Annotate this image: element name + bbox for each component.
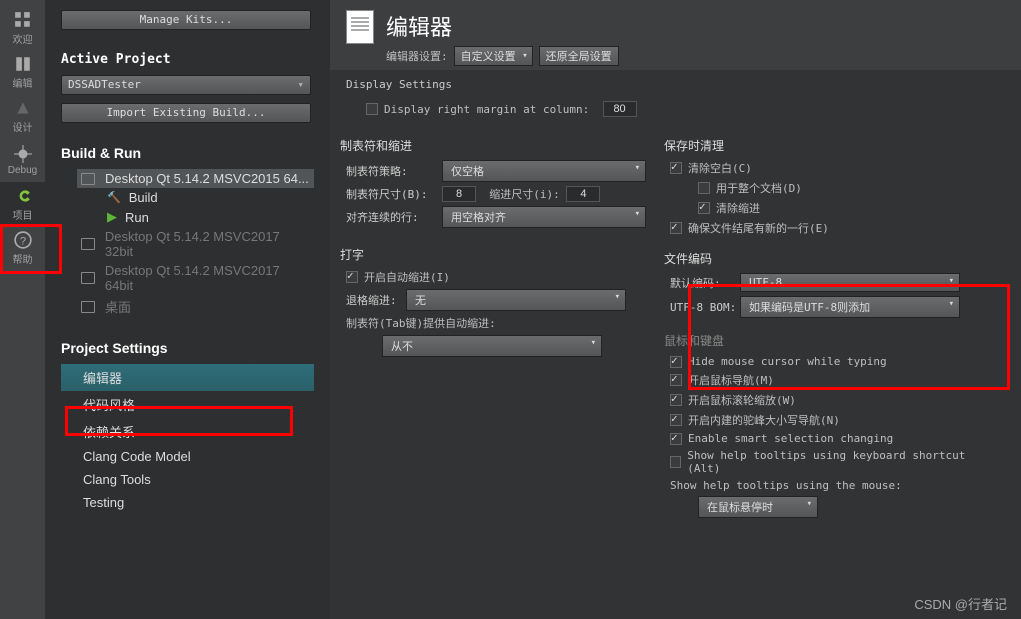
tab-size-input[interactable] [442, 186, 476, 202]
clean-ws-label: 清除空白(C) [688, 160, 752, 176]
mode-edit[interactable]: 编辑 [0, 50, 45, 94]
mode-design[interactable]: 设计 [0, 94, 45, 138]
mode-help[interactable]: ?帮助 [0, 226, 45, 270]
kit-item[interactable]: Desktop Qt 5.14.2 MSVC2017 64bit [77, 261, 314, 295]
left-mode-bar: 欢迎 编辑 设计 Debug 项目 ?帮助 [0, 0, 45, 619]
tab-policy-select[interactable]: 仅空格 [442, 160, 646, 182]
whole-doc-checkbox[interactable] [698, 182, 710, 194]
manage-kits-button[interactable]: Manage Kits... [61, 10, 311, 30]
kit-item[interactable]: Desktop Qt 5.14.2 MSVC2015 64... [77, 169, 314, 188]
bom-label: UTF-8 BOM: [670, 301, 740, 314]
smart-sel-label: Enable smart selection changing [688, 432, 893, 445]
hide-cursor-checkbox[interactable] [670, 356, 682, 368]
margin-checkbox[interactable] [366, 103, 378, 115]
build-run-header: Build & Run [61, 145, 314, 161]
watermark: CSDN @行者记 [914, 594, 1007, 613]
side-panel: Manage Kits... Active Project DSSADTeste… [45, 0, 330, 619]
bom-select[interactable]: 如果编码是UTF-8则添加 [740, 296, 960, 318]
camelcase-checkbox[interactable] [670, 414, 682, 426]
kit-list: Desktop Qt 5.14.2 MSVC2015 64... 🔨Build … [77, 169, 314, 318]
scroll-zoom-checkbox[interactable] [670, 394, 682, 406]
auto-indent-checkbox[interactable] [346, 271, 358, 283]
ps-dependencies[interactable]: 依赖关系 [61, 418, 314, 445]
kit-build[interactable]: 🔨Build [77, 188, 314, 207]
clean-indent-checkbox[interactable] [698, 202, 710, 214]
tooltip-kbd-checkbox[interactable] [670, 456, 681, 468]
tabkey-select[interactable]: 从不 [382, 335, 602, 357]
smart-sel-checkbox[interactable] [670, 433, 682, 445]
import-build-button[interactable]: Import Existing Build... [61, 103, 311, 123]
margin-input[interactable] [603, 101, 637, 117]
align-select[interactable]: 用空格对齐 [442, 206, 646, 228]
editor-settings-select[interactable]: 自定义设置 [454, 46, 533, 66]
indent-size-label: 缩进尺寸(i): [489, 186, 560, 202]
margin-label: Display right margin at column: [384, 103, 589, 116]
backspace-label: 退格缩进: [346, 292, 406, 308]
editor-settings-label: 编辑器设置: [386, 48, 448, 64]
display-settings-label: Display Settings [346, 78, 1005, 91]
tooltip-mouse-label: Show help tooltips using the mouse: [670, 479, 902, 492]
default-enc-label: 默认编码: [670, 275, 740, 291]
typing-header: 打字 [340, 246, 646, 263]
mode-welcome[interactable]: 欢迎 [0, 6, 45, 50]
scroll-zoom-label: 开启鼠标滚轮缩放(W) [688, 392, 796, 408]
page-title: 编辑器 [386, 10, 619, 42]
monitor-icon [81, 272, 95, 284]
ps-editor[interactable]: 编辑器 [61, 364, 314, 391]
ps-testing[interactable]: Testing [61, 491, 314, 514]
auto-indent-label: 开启自动缩进(I) [364, 269, 450, 285]
active-project-header: Active Project [61, 52, 314, 67]
restore-global-button[interactable]: 还原全局设置 [539, 46, 619, 66]
backspace-select[interactable]: 无 [406, 289, 626, 311]
camelcase-label: 开启内建的驼峰大小写导航(N) [688, 412, 840, 428]
play-icon: ▶ [107, 209, 117, 225]
mode-projects[interactable]: 项目 [0, 182, 45, 226]
project-settings-header: Project Settings [61, 340, 314, 356]
cleanup-header: 保存时清理 [664, 137, 980, 154]
ps-clang-tools[interactable]: Clang Tools [61, 468, 314, 491]
mouse-nav-checkbox[interactable] [670, 374, 682, 386]
kit-run[interactable]: ▶Run [77, 207, 314, 227]
tooltip-mouse-select[interactable]: 在鼠标悬停时 [698, 496, 818, 518]
ensure-newline-label: 确保文件结尾有新的一行(E) [688, 220, 829, 236]
default-enc-select[interactable]: UTF-8 [740, 273, 960, 292]
main-panel: 编辑器 编辑器设置: 自定义设置 还原全局设置 Display Settings… [330, 0, 1021, 619]
kit-item[interactable]: Desktop Qt 5.14.2 MSVC2017 32bit [77, 227, 314, 261]
ps-clang-model[interactable]: Clang Code Model [61, 445, 314, 468]
tab-policy-label: 制表符策略: [346, 163, 442, 179]
active-project-select[interactable]: DSSADTester [61, 75, 311, 95]
hide-cursor-label: Hide mouse cursor while typing [688, 355, 887, 368]
tabs-indent-header: 制表符和缩进 [340, 137, 646, 154]
mouse-nav-label: 开启鼠标导航(M) [688, 372, 774, 388]
encoding-header: 文件编码 [664, 250, 980, 267]
document-icon [346, 10, 374, 44]
align-label: 对齐连续的行: [346, 209, 442, 225]
ps-codestyle[interactable]: 代码风格 [61, 391, 314, 418]
clean-indent-label: 清除缩进 [716, 200, 760, 216]
monitor-icon [81, 173, 95, 185]
clean-ws-checkbox[interactable] [670, 162, 682, 174]
ensure-newline-checkbox[interactable] [670, 222, 682, 234]
tabkey-label: 制表符(Tab键)提供自动缩进: [346, 315, 646, 331]
monitor-icon [81, 238, 95, 250]
kit-item[interactable]: 桌面 [77, 295, 314, 318]
mode-debug[interactable]: Debug [0, 138, 45, 182]
hammer-icon: 🔨 [107, 191, 121, 204]
mouse-kbd-header: 鼠标和键盘 [664, 332, 980, 349]
whole-doc-label: 用于整个文档(D) [716, 180, 802, 196]
monitor-icon [81, 301, 95, 313]
indent-size-input[interactable] [566, 186, 600, 202]
tab-size-label: 制表符尺寸(B): [346, 186, 442, 202]
tooltip-kbd-label: Show help tooltips using keyboard shortc… [687, 449, 980, 475]
svg-text:?: ? [19, 235, 25, 247]
